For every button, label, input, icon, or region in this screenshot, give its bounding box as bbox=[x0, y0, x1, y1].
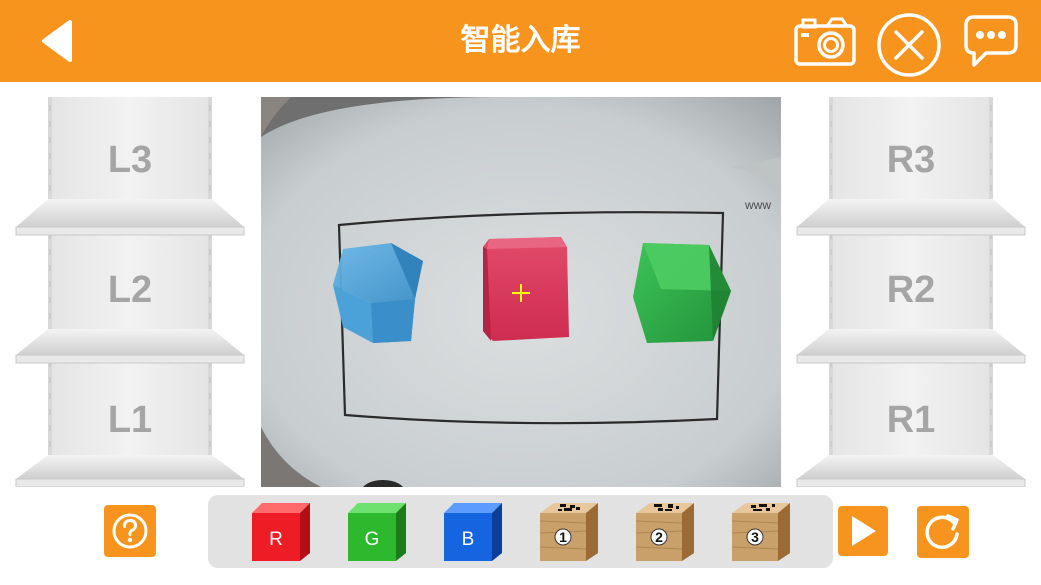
tag-cube-icon: 1 bbox=[539, 503, 598, 561]
shelf-slot-label: L1 bbox=[107, 399, 153, 441]
blue-block bbox=[333, 243, 423, 343]
blue-cube-icon: B bbox=[444, 503, 502, 561]
palette-item-tag-cube-1[interactable]: 1 bbox=[536, 499, 602, 563]
close-icon bbox=[877, 13, 941, 77]
shelf-slot-l1[interactable]: L1 bbox=[48, 399, 212, 489]
green-cube-icon: G bbox=[348, 503, 406, 561]
play-button[interactable] bbox=[838, 506, 888, 556]
shelf-slot-label: L3 bbox=[107, 139, 153, 181]
shelf-slot-l3[interactable]: L3 bbox=[48, 139, 212, 229]
palette-item-green-cube[interactable]: G bbox=[344, 499, 410, 563]
help-icon bbox=[112, 513, 148, 549]
camera-feed[interactable]: www bbox=[261, 97, 781, 504]
shelf-slot-r3[interactable]: R3 bbox=[829, 139, 993, 229]
tag-number: 3 bbox=[751, 529, 759, 545]
tag-number: 2 bbox=[655, 529, 663, 545]
reset-button[interactable] bbox=[917, 506, 969, 558]
cube-label: B bbox=[462, 529, 475, 550]
palette-item-blue-cube[interactable]: B bbox=[440, 499, 506, 563]
left-shelf: L3 L2 L1 bbox=[14, 97, 246, 487]
right-shelf: R3 R2 R1 bbox=[795, 97, 1027, 487]
block-palette: R G B 1 2 3 bbox=[208, 495, 833, 568]
shelf-slot-label: R3 bbox=[886, 139, 936, 181]
red-cube-icon: R bbox=[252, 503, 310, 561]
play-icon bbox=[852, 516, 876, 546]
camera-button[interactable] bbox=[793, 14, 857, 68]
shelf-slot-label: L2 bbox=[107, 269, 153, 311]
palette-item-red-cube[interactable]: R bbox=[248, 499, 314, 563]
board-text: www bbox=[744, 198, 771, 212]
cube-label: G bbox=[365, 529, 380, 550]
tag-cube-icon: 3 bbox=[731, 503, 790, 561]
tag-number: 1 bbox=[559, 529, 567, 545]
top-bar: 智能入库 bbox=[0, 0, 1041, 82]
chat-icon bbox=[964, 15, 1018, 67]
camera-image: www bbox=[261, 97, 781, 504]
cube-label: R bbox=[269, 529, 283, 550]
shelf-slot-r2[interactable]: R2 bbox=[829, 269, 993, 359]
help-button[interactable] bbox=[104, 505, 156, 557]
back-button[interactable] bbox=[36, 18, 82, 64]
red-block bbox=[483, 237, 569, 341]
shelf-slot-label: R1 bbox=[886, 399, 936, 441]
shelf-slot-l2[interactable]: L2 bbox=[48, 269, 212, 359]
shelf-slot-label: R2 bbox=[886, 269, 936, 311]
back-arrow-icon bbox=[42, 20, 72, 62]
palette-item-tag-cube-3[interactable]: 3 bbox=[728, 499, 794, 563]
chat-button[interactable] bbox=[962, 12, 1020, 70]
close-button[interactable] bbox=[876, 12, 942, 78]
reset-icon bbox=[925, 514, 959, 550]
shelf-slot-r1[interactable]: R1 bbox=[829, 399, 993, 489]
camera-icon bbox=[794, 17, 856, 66]
palette-item-tag-cube-2[interactable]: 2 bbox=[632, 499, 698, 563]
tag-cube-icon: 2 bbox=[635, 503, 694, 561]
